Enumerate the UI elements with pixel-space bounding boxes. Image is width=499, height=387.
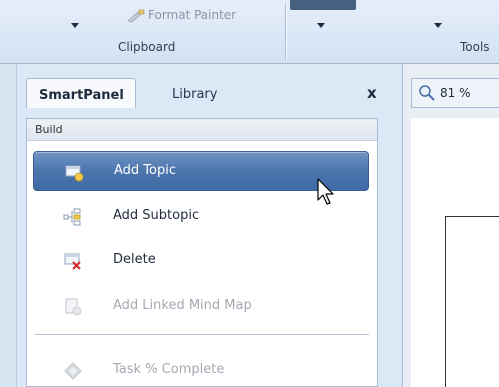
- menu-item-task-complete[interactable]: Task % Complete: [33, 351, 369, 387]
- mouse-cursor-icon: [317, 178, 334, 205]
- menu-item-label: Add Linked Mind Map: [113, 298, 252, 313]
- menu-item-label: Add Subtopic: [113, 208, 200, 223]
- section-header-build: Build: [27, 119, 377, 141]
- ribbon-selected-button[interactable]: [290, 0, 356, 10]
- clipboard-group-label: Clipboard: [118, 40, 176, 54]
- paste-dropdown-arrow-icon[interactable]: [71, 23, 79, 28]
- zoom-level-value: 81 %: [440, 86, 471, 100]
- tab-library-label: Library: [172, 87, 218, 102]
- menu-item-label: Add Topic: [114, 163, 176, 178]
- ribbon: Format Painter Clipboard Tools: [0, 0, 499, 64]
- magnifier-icon[interactable]: [418, 84, 436, 102]
- ribbon-group-separator: [285, 4, 286, 60]
- panel-body: Build Add Topic Add Subtopic Delete Add …: [26, 118, 378, 387]
- zoom-control[interactable]: 81 %: [411, 78, 499, 108]
- tab-smartpanel-label: SmartPanel: [39, 88, 124, 103]
- tab-library[interactable]: Library: [160, 78, 270, 108]
- task-complete-icon: [64, 362, 82, 380]
- delete-icon: [64, 253, 81, 270]
- menu-item-add-linked-mind-map[interactable]: Add Linked Mind Map: [33, 287, 369, 327]
- tab-smartpanel[interactable]: SmartPanel: [26, 78, 136, 108]
- map-canvas[interactable]: [411, 118, 499, 387]
- menu-item-delete[interactable]: Delete: [33, 241, 369, 281]
- map-canvas-area: 81 %: [402, 64, 499, 387]
- ribbon-dropdown-arrow-icon[interactable]: [434, 23, 442, 28]
- close-panel-button[interactable]: x: [367, 84, 377, 102]
- linked-map-icon: [65, 298, 82, 316]
- ribbon-dropdown-arrow-icon[interactable]: [317, 23, 325, 28]
- format-painter-icon[interactable]: [126, 9, 146, 23]
- page-frame: [445, 216, 499, 387]
- menu-divider: [35, 334, 369, 335]
- add-topic-icon: [65, 165, 84, 182]
- panel-tab-row: SmartPanel Library x: [17, 64, 402, 112]
- menu-item-label: Task % Complete: [113, 362, 225, 377]
- menu-item-label: Delete: [113, 252, 156, 267]
- left-edge-strip: [0, 64, 17, 387]
- format-painter-button[interactable]: Format Painter: [148, 8, 236, 22]
- add-subtopic-icon: [63, 208, 81, 226]
- tools-group-label: Tools: [460, 40, 490, 54]
